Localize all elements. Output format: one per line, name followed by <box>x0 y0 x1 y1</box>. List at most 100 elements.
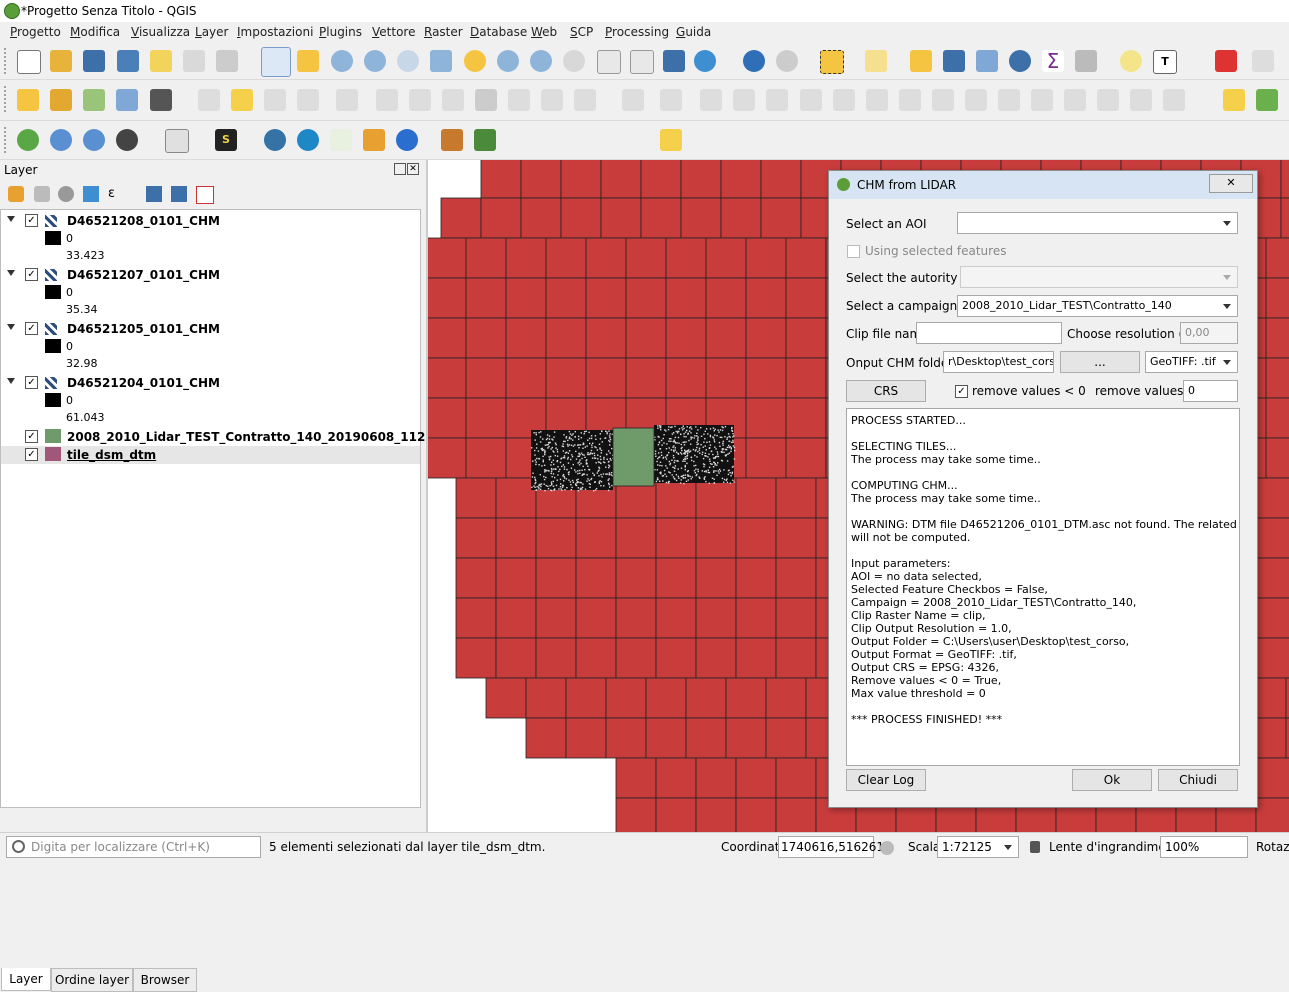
expand-arrow-icon[interactable] <box>7 216 15 222</box>
statistics-icon[interactable]: Σ <box>1042 50 1064 72</box>
aoi-select[interactable] <box>957 212 1238 234</box>
extents-toggle-icon[interactable] <box>880 841 894 855</box>
layer-visibility-checkbox[interactable]: ✓ <box>25 430 38 443</box>
menu-plugins[interactable]: Plugins <box>319 25 362 39</box>
menu-impostazioni[interactable]: Impostazioni <box>237 25 313 39</box>
bookmarks-icon[interactable] <box>663 50 685 72</box>
emblem-icon[interactable] <box>165 129 189 153</box>
layer-visibility-checkbox[interactable]: ✓ <box>25 376 38 389</box>
clear-log-button[interactable]: Clear Log <box>846 769 926 791</box>
python-icon[interactable] <box>264 129 286 151</box>
zoom-in-icon[interactable] <box>331 50 353 72</box>
menu-scp[interactable]: SCP <box>570 25 593 39</box>
menu-visualizza[interactable]: Visualizza <box>131 25 190 39</box>
clip-name-input[interactable] <box>916 322 1062 344</box>
output-folder-input[interactable]: r\Desktop\test_corso <box>943 351 1054 373</box>
reload-plugin-icon[interactable] <box>396 129 418 151</box>
process-log[interactable]: PROCESS STARTED... SELECTING TILES... Th… <box>846 408 1240 766</box>
select-icon[interactable] <box>820 50 844 74</box>
float-panel-icon[interactable] <box>394 163 406 175</box>
visibility-icon[interactable] <box>58 186 74 202</box>
layout-manager-icon[interactable] <box>183 50 205 72</box>
crs-button[interactable]: CRS <box>846 380 926 402</box>
label-abc-icon[interactable] <box>1223 89 1245 111</box>
expand-arrow-icon[interactable] <box>7 378 15 384</box>
style-panel-icon[interactable] <box>8 186 24 202</box>
magnifier-spinbox[interactable]: 100% <box>1160 836 1248 858</box>
menu-web[interactable]: Web <box>531 25 557 39</box>
snapping-magnet-icon[interactable] <box>1215 50 1237 72</box>
menu-modifica[interactable]: Modifica <box>70 25 120 39</box>
zoom-last-icon[interactable] <box>530 50 552 72</box>
new-print-layout-icon[interactable] <box>150 50 172 72</box>
menu-layer[interactable]: Layer <box>195 25 228 39</box>
lock-icon[interactable] <box>1030 841 1040 853</box>
tracing-icon[interactable] <box>1252 50 1274 72</box>
new-project-icon[interactable] <box>17 50 41 74</box>
select-by-value-icon[interactable] <box>865 50 887 72</box>
save-edits-icon[interactable] <box>150 89 172 111</box>
expand-all-icon[interactable] <box>146 186 162 202</box>
tab-ordine-layer[interactable]: Ordine layer <box>51 968 133 992</box>
current-edits-icon[interactable] <box>17 89 39 111</box>
collapse-all-icon[interactable] <box>171 186 187 202</box>
lidar-tree-icon[interactable] <box>441 129 463 151</box>
layer-row[interactable]: ✓ 2008_2010_Lidar_TEST_Contratto_140_201… <box>1 428 489 446</box>
layer-visibility-checkbox[interactable]: ✓ <box>25 448 38 461</box>
add-wfs-icon[interactable] <box>83 129 105 151</box>
pan-to-selection-icon[interactable] <box>297 50 319 72</box>
toggle-editing-icon[interactable] <box>50 89 72 111</box>
label-pin-icon[interactable] <box>1256 89 1278 111</box>
tab-layer[interactable]: Layer <box>1 968 51 991</box>
expression-filter-icon[interactable]: ε <box>108 186 126 202</box>
menu-processing[interactable]: Processing <box>605 25 669 39</box>
browse-button[interactable]: ... <box>1060 351 1140 373</box>
attribute-table-icon[interactable] <box>943 50 965 72</box>
layer-row[interactable]: ✓ D46521205_0101_CHM <box>1 320 420 338</box>
menu-raster[interactable]: Raster <box>424 25 463 39</box>
scp-globe-icon[interactable] <box>17 129 39 151</box>
zoom-out-icon[interactable] <box>364 50 386 72</box>
cloud-icon[interactable] <box>297 129 319 151</box>
pencil-icon[interactable] <box>231 89 253 111</box>
filter-legend-icon[interactable] <box>83 186 99 202</box>
remove-greater-spinbox[interactable]: 0 <box>1183 380 1238 402</box>
coordinate-capture-icon[interactable] <box>330 129 352 151</box>
copy-icon[interactable] <box>475 89 497 111</box>
zoom-full-icon[interactable] <box>430 50 452 72</box>
identify-icon[interactable] <box>743 50 765 72</box>
new-map-view-icon[interactable] <box>597 50 621 74</box>
scale-combobox[interactable]: 1:72125 <box>937 836 1019 858</box>
zoom-to-layer-icon[interactable] <box>497 50 519 72</box>
vertex-tool-icon[interactable] <box>83 89 105 111</box>
georeferencer-icon[interactable] <box>660 129 682 151</box>
tab-browser[interactable]: Browser <box>133 968 197 992</box>
menu-vettore[interactable]: Vettore <box>372 25 415 39</box>
digitize-icon[interactable] <box>116 89 138 111</box>
autority-select[interactable] <box>960 266 1238 288</box>
locator-input[interactable]: Digita per localizzare (Ctrl+K) <box>6 836 261 858</box>
menu-database[interactable]: Database <box>470 25 527 39</box>
processing-toolbox-icon[interactable] <box>1009 50 1031 72</box>
geotag-icon[interactable] <box>363 129 385 151</box>
add-group-icon[interactable] <box>34 186 50 202</box>
coordinate-field[interactable]: 1740616,5162617 <box>778 836 892 858</box>
close-icon[interactable]: ✕ <box>1209 174 1253 193</box>
layer-row-selected[interactable]: ✓ tile_dsm_dtm <box>1 446 420 464</box>
layer-visibility-checkbox[interactable]: ✓ <box>25 214 38 227</box>
new-3d-view-icon[interactable] <box>630 50 654 74</box>
metasearch-icon[interactable] <box>116 129 138 151</box>
zoom-native-icon[interactable] <box>397 50 419 72</box>
style-manager-icon[interactable] <box>216 50 238 72</box>
save-as-icon[interactable] <box>117 50 139 72</box>
action-icon[interactable] <box>776 50 798 72</box>
refresh-icon[interactable] <box>694 50 716 72</box>
layer-row[interactable]: ✓ D46521207_0101_CHM <box>1 266 420 284</box>
field-calculator-icon[interactable] <box>976 50 998 72</box>
text-annotation-icon[interactable]: T <box>1153 50 1177 74</box>
remove-layer-icon[interactable] <box>196 186 214 204</box>
campaign-select[interactable]: 2008_2010_Lidar_TEST\Contratto_140 <box>957 295 1238 317</box>
save-icon[interactable] <box>83 50 105 72</box>
expand-arrow-icon[interactable] <box>7 324 15 330</box>
pan-icon[interactable] <box>261 47 291 77</box>
